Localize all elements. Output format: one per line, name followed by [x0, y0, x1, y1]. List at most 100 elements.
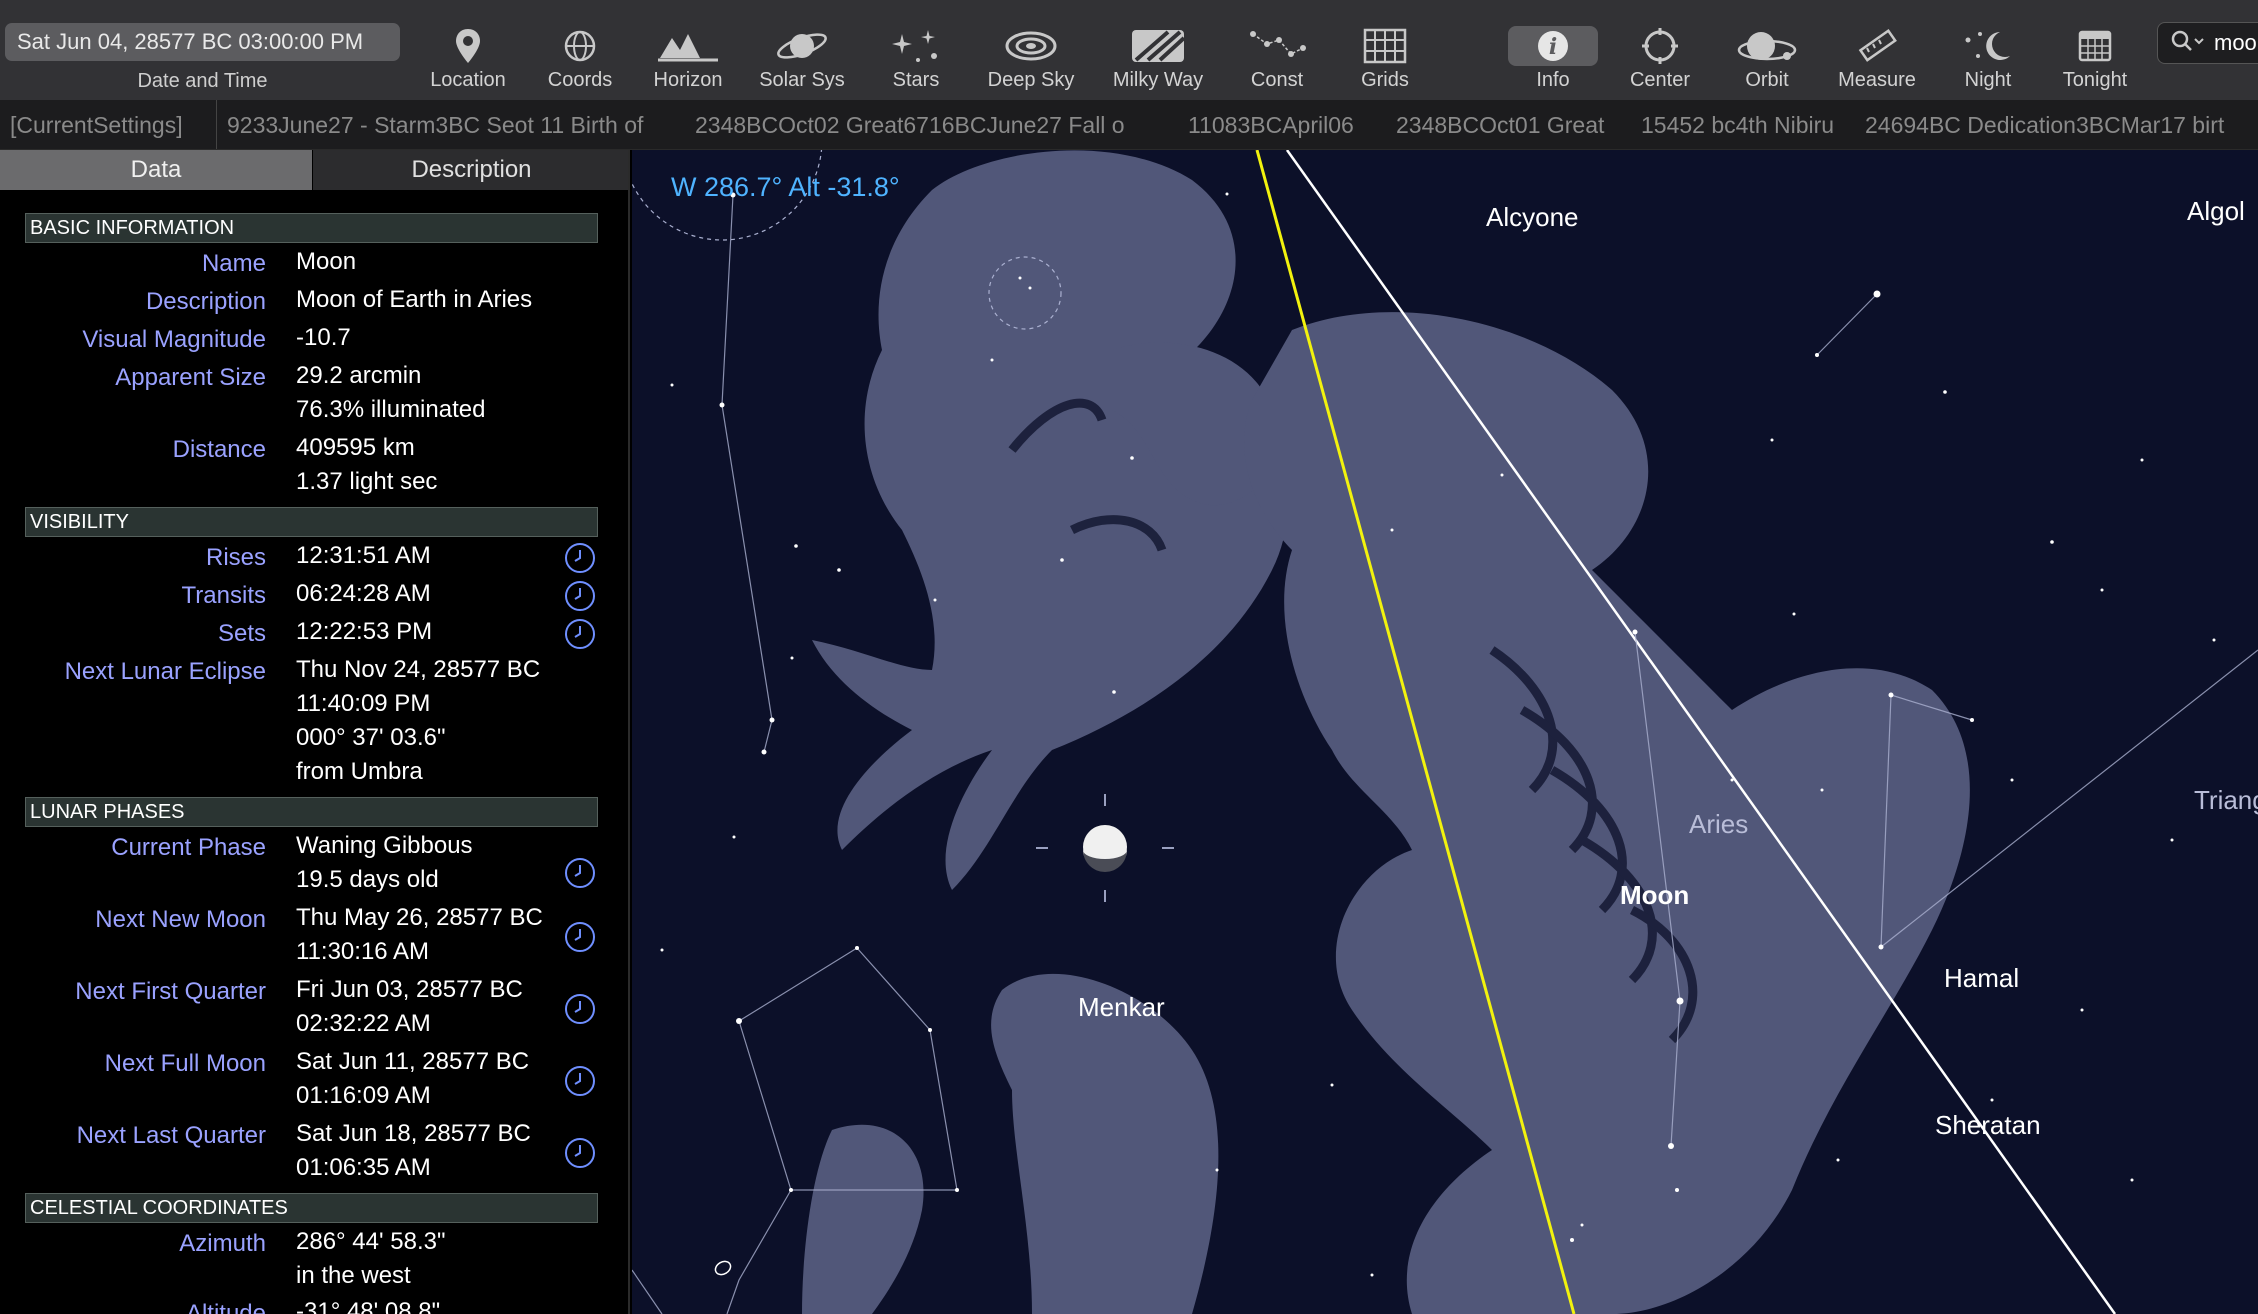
current-phase-label: Current Phase: [111, 834, 266, 861]
settings-item[interactable]: 11083BCApril06: [1188, 112, 1354, 139]
solar-system-label: Solar Sys: [759, 69, 845, 91]
night-label: Night: [1964, 69, 2012, 91]
galaxy-icon: [976, 22, 1086, 70]
settings-item[interactable]: 24694BC Dedication3BCMar17 birt: [1865, 112, 2224, 139]
settings-item[interactable]: 9233June27 - Starm3BC Seot 11 Birth of: [227, 112, 643, 139]
galaxy-marker[interactable]: [713, 1259, 733, 1277]
tonight-label: Tonight: [2062, 69, 2128, 91]
stars-label: Stars: [892, 69, 940, 91]
info-panel: Data Description BASIC INFORMATION Name …: [0, 150, 630, 1314]
transits-clock-icon[interactable]: [564, 580, 596, 612]
location-pin-icon: [413, 22, 523, 70]
milky-way-button[interactable]: Milky Way: [1103, 14, 1213, 98]
eclipse-date-value: Thu Nov 24, 28577 BC: [296, 656, 541, 683]
eclipse-time-value: 11:40:09 PM: [296, 690, 431, 717]
orbit-button[interactable]: Orbit: [1712, 14, 1822, 98]
horizon-label: Horizon: [653, 69, 723, 91]
label-moon[interactable]: Moon: [1620, 880, 1689, 911]
section-visibility: VISIBILITY: [25, 507, 598, 537]
info-label: Info: [1536, 69, 1570, 91]
panel-tabs: Data Description: [0, 150, 628, 190]
first-quarter-time-value: 02:32:22 AM: [296, 1010, 431, 1037]
full-moon-clock-icon[interactable]: [564, 1065, 596, 1097]
grids-label: Grids: [1361, 69, 1409, 91]
rises-clock-icon[interactable]: [564, 542, 596, 574]
last-quarter-time-value: 01:06:35 AM: [296, 1154, 431, 1181]
section-lunar-phases: LUNAR PHASES: [25, 797, 598, 827]
grids-button[interactable]: Grids: [1330, 14, 1440, 98]
azimuth-label: Azimuth: [179, 1230, 266, 1257]
tonight-button[interactable]: Tonight: [2040, 14, 2150, 98]
tab-description[interactable]: Description: [313, 150, 628, 190]
label-sheratan[interactable]: Sheratan: [1935, 1110, 2041, 1141]
name-value: Moon: [296, 248, 357, 275]
eclipse-angle-value: 000° 37' 03.6": [296, 724, 446, 751]
orbit-icon: [1712, 22, 1822, 70]
new-moon-clock-icon[interactable]: [564, 921, 596, 953]
coordinate-readout: W 286.7° Alt -31.8°: [671, 172, 900, 202]
settings-item[interactable]: 2348BCOct02 Great6716BCJune27 Fall o: [695, 112, 1125, 139]
sky-view[interactable]: W 286.7° Alt -31.8° Alcyone Algol Aries …: [632, 150, 2258, 1314]
info-icon-wrap: i: [1498, 22, 1608, 70]
new-moon-time-value: 11:30:16 AM: [296, 938, 429, 965]
date-time-field[interactable]: Sat Jun 04, 28577 BC 03:00:00 PM: [5, 23, 400, 61]
label-algol[interactable]: Algol: [2187, 196, 2245, 227]
settings-item[interactable]: 15452 bc4th Nibiru: [1641, 112, 1834, 139]
moon-age-value: 19.5 days old: [296, 866, 439, 893]
current-settings-item[interactable]: [CurrentSettings]: [10, 112, 183, 139]
settings-strip: [CurrentSettings] 9233June27 - Starm3BC …: [0, 100, 2258, 150]
apparent-size-label: Apparent Size: [115, 364, 266, 391]
toolbar: Sat Jun 04, 28577 BC 03:00:00 PM Date an…: [0, 0, 2258, 100]
visual-magnitude-value: -10.7: [296, 324, 351, 351]
eclipse-clock-icon[interactable]: [564, 857, 596, 889]
location-button[interactable]: Location: [413, 14, 523, 98]
stars-button[interactable]: Stars: [861, 14, 971, 98]
deep-sky-button[interactable]: Deep Sky: [976, 14, 1086, 98]
first-quarter-date-value: Fri Jun 03, 28577 BC: [296, 976, 523, 1003]
label-alcyone[interactable]: Alcyone: [1486, 202, 1579, 233]
illumination-value: 76.3% illuminated: [296, 396, 486, 423]
next-lunar-eclipse-label: Next Lunar Eclipse: [64, 658, 266, 685]
night-button[interactable]: Night: [1933, 14, 2043, 98]
label-hamal[interactable]: Hamal: [1944, 963, 2019, 994]
sets-value: 12:22:53 PM: [296, 618, 433, 645]
full-moon-time-value: 01:16:09 AM: [296, 1082, 431, 1109]
last-quarter-clock-icon[interactable]: [564, 1137, 596, 1169]
label-menkar[interactable]: Menkar: [1078, 992, 1165, 1023]
sets-clock-icon[interactable]: [564, 618, 596, 650]
horizon-button[interactable]: Horizon: [633, 14, 743, 98]
tab-data[interactable]: Data: [0, 150, 312, 190]
label-triangulum[interactable]: Triang: [2194, 785, 2258, 816]
center-icon: [1605, 22, 1715, 70]
section-celestial-coordinates: CELESTIAL COORDINATES: [25, 1193, 598, 1223]
measure-button[interactable]: Measure: [1822, 14, 1932, 98]
next-first-quarter-label: Next First Quarter: [75, 978, 266, 1005]
milky-way-icon: [1103, 22, 1213, 70]
deep-sky-label: Deep Sky: [987, 69, 1075, 91]
rises-value: 12:31:51 AM: [296, 542, 431, 569]
azimuth-value: 286° 44' 58.3": [296, 1228, 446, 1255]
moon-object[interactable]: [1036, 794, 1174, 902]
coords-button[interactable]: Coords: [525, 14, 635, 98]
ruler-icon: [1822, 22, 1932, 70]
constellation-icon: [1222, 22, 1332, 70]
next-new-moon-label: Next New Moon: [95, 906, 266, 933]
first-quarter-clock-icon[interactable]: [564, 993, 596, 1025]
solar-system-button[interactable]: Solar Sys: [747, 14, 857, 98]
search-value: moon: [2214, 30, 2258, 55]
next-full-moon-label: Next Full Moon: [104, 1050, 266, 1077]
constellations-button[interactable]: Const: [1222, 14, 1332, 98]
description-label: Description: [145, 288, 266, 315]
info-button[interactable]: i Info: [1498, 14, 1608, 98]
name-label: Name: [201, 250, 266, 277]
settings-item[interactable]: 2348BCOct01 Great: [1396, 112, 1604, 139]
search-field[interactable]: moon: [2157, 22, 2258, 64]
night-moon-icon: [1933, 22, 2043, 70]
date-time-label: Date and Time: [137, 70, 268, 92]
center-button[interactable]: Center: [1605, 14, 1715, 98]
orbit-label: Orbit: [1745, 69, 1789, 91]
constellations-label: Const: [1250, 69, 1304, 91]
solar-system-icon: [747, 22, 857, 70]
stars-icon: [861, 22, 971, 70]
label-aries[interactable]: Aries: [1689, 809, 1748, 840]
